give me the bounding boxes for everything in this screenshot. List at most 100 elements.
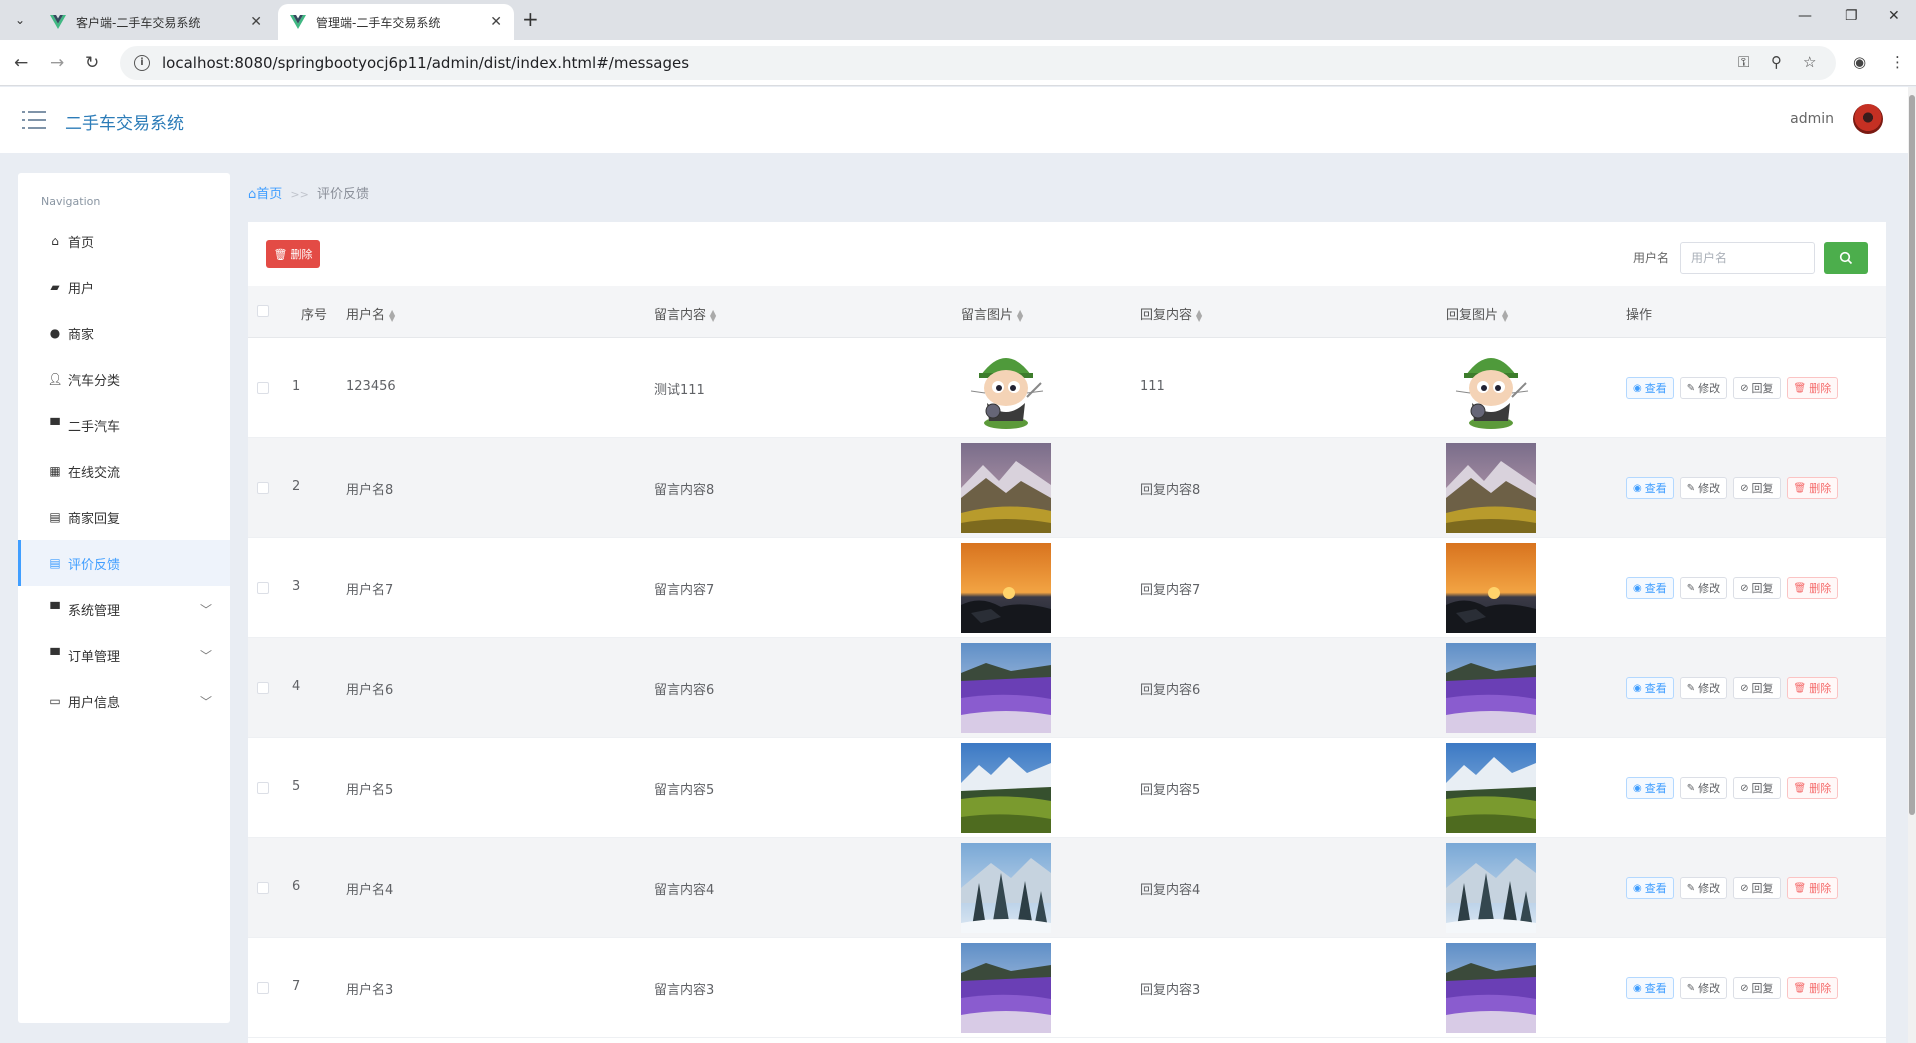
sidebar-item-used-cars[interactable]: ▀ 二手汽车	[18, 402, 230, 448]
delete-button[interactable]: 🗑︎ 删除	[1786, 777, 1839, 799]
delete-button[interactable]: 🗑︎ 删除	[1786, 377, 1839, 399]
browser-menu-icon[interactable]: ⋮	[1890, 53, 1905, 71]
restore-icon[interactable]: ❐	[1845, 8, 1858, 24]
message-image[interactable]	[961, 743, 1051, 833]
back-arrow-icon[interactable]: ←	[14, 53, 28, 73]
view-button[interactable]: ◉ 查看	[1626, 977, 1674, 999]
message-image[interactable]	[961, 643, 1051, 733]
bookmark-star-icon[interactable]: ☆	[1803, 53, 1816, 71]
reply-image[interactable]	[1446, 743, 1536, 833]
tab-close-icon[interactable]: ✕	[490, 14, 502, 30]
minimize-icon[interactable]: —	[1798, 8, 1812, 24]
reply-button[interactable]: ⊘ 回复	[1733, 377, 1781, 399]
select-all-checkbox[interactable]	[257, 305, 269, 317]
reply-button[interactable]: ⊘ 回复	[1733, 677, 1781, 699]
sidebar-item-order-management[interactable]: ▀ 订单管理 ﹀	[18, 632, 230, 678]
delete-button[interactable]: 🗑︎ 删除	[1786, 877, 1839, 899]
message-image[interactable]	[961, 343, 1051, 433]
header-username[interactable]: admin	[1790, 111, 1834, 127]
reply-button[interactable]: ⊘ 回复	[1733, 577, 1781, 599]
delete-button[interactable]: 🗑︎ 删除	[1786, 677, 1839, 699]
message-image[interactable]	[961, 443, 1051, 533]
window-close-icon[interactable]: ✕	[1888, 8, 1900, 24]
view-button[interactable]: ◉ 查看	[1626, 877, 1674, 899]
reply-button[interactable]: ⊘ 回复	[1733, 877, 1781, 899]
sidebar-item-users[interactable]: ▰ 用户	[18, 264, 230, 310]
reply-image[interactable]	[1446, 943, 1536, 1033]
sidebar-item-merchant-reply[interactable]: ▤ 商家回复	[18, 494, 230, 540]
column-reply[interactable]: 回复内容 ▲ ▼	[1140, 304, 1202, 323]
edit-button[interactable]: ✎ 修改	[1679, 877, 1728, 899]
reply-button[interactable]: ⊘ 回复	[1733, 977, 1781, 999]
forward-arrow-icon[interactable]: →	[50, 53, 64, 73]
new-tab-plus-icon[interactable]: +	[522, 7, 539, 31]
reply-image[interactable]	[1446, 443, 1536, 533]
tab-close-icon[interactable]: ✕	[250, 14, 262, 30]
view-button[interactable]: ◉ 查看	[1626, 477, 1674, 499]
view-button[interactable]: ◉ 查看	[1626, 577, 1674, 599]
row-checkbox[interactable]	[257, 982, 269, 994]
edit-button[interactable]: ✎ 修改	[1679, 977, 1728, 999]
search-button[interactable]	[1824, 242, 1868, 274]
column-content[interactable]: 留言内容 ▲ ▼	[654, 304, 716, 323]
column-image[interactable]: 留言图片 ▲ ▼	[961, 304, 1023, 323]
search-input[interactable]	[1680, 242, 1815, 274]
sidebar-item-feedback[interactable]: ▤ 评价反馈	[18, 540, 230, 586]
batch-delete-button[interactable]: 🗑︎ 删除	[266, 240, 320, 268]
url-omnibox[interactable]: i localhost:8080/springbootyocj6p11/admi…	[120, 46, 1836, 80]
delete-button[interactable]: 🗑︎ 删除	[1786, 477, 1839, 499]
reply-image[interactable]	[1446, 643, 1536, 733]
sort-icon[interactable]: ▲ ▼	[1502, 308, 1508, 322]
sidebar-item-home[interactable]: ⌂ 首页	[18, 218, 230, 264]
zoom-icon[interactable]: ⚲	[1771, 53, 1782, 71]
message-image[interactable]	[961, 943, 1051, 1033]
sidebar-item-car-category[interactable]: 👤︎ 汽车分类	[18, 356, 230, 402]
reply-image[interactable]	[1446, 843, 1536, 933]
edit-button[interactable]: ✎ 修改	[1679, 777, 1728, 799]
row-checkbox[interactable]	[257, 782, 269, 794]
menu-toggle-icon[interactable]	[22, 111, 46, 129]
reply-image[interactable]	[1446, 343, 1536, 433]
view-button[interactable]: ◉ 查看	[1626, 777, 1674, 799]
edit-button[interactable]: ✎ 修改	[1679, 477, 1728, 499]
browser-tab-admin[interactable]: 管理端-二手车交易系统 ✕	[278, 4, 514, 40]
sidebar-item-user-info[interactable]: ▭ 用户信息 ﹀	[18, 678, 230, 724]
reply-image[interactable]	[1446, 543, 1536, 633]
reply-button[interactable]: ⊘ 回复	[1733, 477, 1781, 499]
edit-button[interactable]: ✎ 修改	[1679, 377, 1728, 399]
view-button[interactable]: ◉ 查看	[1626, 377, 1674, 399]
message-image[interactable]	[961, 843, 1051, 933]
row-checkbox[interactable]	[257, 882, 269, 894]
sort-icon[interactable]: ▲ ▼	[1196, 308, 1202, 322]
delete-button[interactable]: 🗑︎ 删除	[1786, 977, 1839, 999]
row-checkbox[interactable]	[257, 382, 269, 394]
view-button[interactable]: ◉ 查看	[1626, 677, 1674, 699]
edit-button[interactable]: ✎ 修改	[1679, 577, 1728, 599]
reply-button[interactable]: ⊘ 回复	[1733, 777, 1781, 799]
tab-search-chevron-icon[interactable]: ⌄	[8, 8, 32, 32]
profile-icon[interactable]: ◉	[1853, 53, 1866, 71]
row-checkbox[interactable]	[257, 482, 269, 494]
sidebar-item-system-management[interactable]: ▀ 系统管理 ﹀	[18, 586, 230, 632]
sort-icon[interactable]: ▲ ▼	[1017, 308, 1023, 322]
site-info-icon[interactable]: i	[134, 55, 150, 71]
sort-icon[interactable]: ▲ ▼	[389, 308, 395, 322]
breadcrumb-home[interactable]: ⌂首页	[248, 187, 282, 202]
edit-button[interactable]: ✎ 修改	[1679, 677, 1728, 699]
row-checkbox[interactable]	[257, 582, 269, 594]
password-key-icon[interactable]: ⚿	[1738, 53, 1749, 71]
delete-button[interactable]: 🗑︎ 删除	[1786, 577, 1839, 599]
browser-tab-client[interactable]: 客户端-二手车交易系统 ✕	[38, 4, 274, 40]
scrollbar-thumb[interactable]	[1909, 95, 1915, 815]
sort-icon[interactable]: ▲ ▼	[710, 308, 716, 322]
avatar[interactable]	[1853, 104, 1883, 134]
column-reply-image[interactable]: 回复图片 ▲ ▼	[1446, 304, 1508, 323]
sidebar-item-online-chat[interactable]: ▦ 在线交流	[18, 448, 230, 494]
row-content: 留言内容8	[654, 483, 715, 498]
message-image[interactable]	[961, 543, 1051, 633]
row-checkbox[interactable]	[257, 682, 269, 694]
page-scrollbar[interactable]	[1908, 87, 1916, 1043]
sidebar-item-merchants[interactable]: ● 商家	[18, 310, 230, 356]
reload-icon[interactable]: ↻	[85, 53, 99, 73]
column-username[interactable]: 用户名 ▲ ▼	[346, 304, 395, 323]
